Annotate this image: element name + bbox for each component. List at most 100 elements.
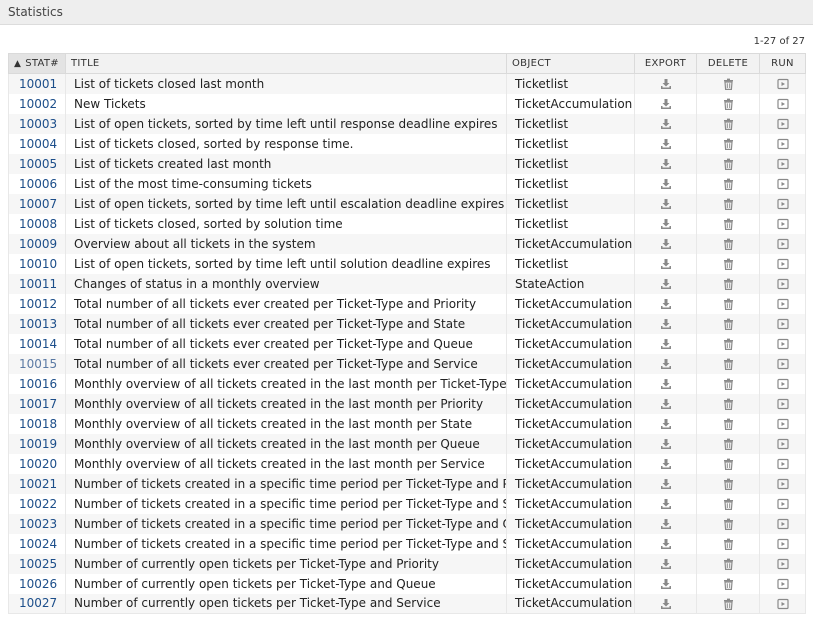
play-icon[interactable] [776,558,789,570]
stat-number-link[interactable]: 10005 [17,157,57,171]
download-icon[interactable] [660,98,672,110]
download-icon[interactable] [660,518,672,530]
stat-number-link[interactable]: 10021 [17,477,57,491]
play-icon[interactable] [776,418,789,430]
trash-icon[interactable] [723,358,734,370]
download-icon[interactable] [660,398,672,410]
stat-number-link[interactable]: 10009 [17,237,57,251]
play-icon[interactable] [776,358,789,370]
trash-icon[interactable] [723,578,734,590]
stat-number-link[interactable]: 10006 [17,177,57,191]
play-icon[interactable] [776,218,789,230]
stat-number-link[interactable]: 10023 [17,517,57,531]
download-icon[interactable] [660,298,672,310]
stat-number-link[interactable]: 10014 [17,337,57,351]
play-icon[interactable] [776,178,789,190]
trash-icon[interactable] [723,278,734,290]
play-icon[interactable] [776,258,789,270]
trash-icon[interactable] [723,218,734,230]
trash-icon[interactable] [723,478,734,490]
trash-icon[interactable] [723,518,734,530]
trash-icon[interactable] [723,158,734,170]
stat-number-link[interactable]: 10002 [17,97,57,111]
stat-number-link[interactable]: 10003 [17,117,57,131]
trash-icon[interactable] [723,78,734,91]
trash-icon[interactable] [723,258,734,270]
stat-number-link[interactable]: 10008 [17,217,57,231]
download-icon[interactable] [660,438,672,450]
play-icon[interactable] [776,138,789,150]
play-icon[interactable] [776,378,789,390]
play-icon[interactable] [776,78,789,90]
play-icon[interactable] [776,338,789,350]
download-icon[interactable] [660,458,672,470]
stat-number-link[interactable]: 10027 [17,596,57,610]
trash-icon[interactable] [723,438,734,450]
stat-number-link[interactable]: 10022 [17,497,57,511]
download-icon[interactable] [660,118,672,130]
stat-number-link[interactable]: 10010 [17,257,57,271]
download-icon[interactable] [660,578,672,590]
download-icon[interactable] [660,318,672,330]
play-icon[interactable] [776,198,789,210]
trash-icon[interactable] [723,238,734,250]
play-icon[interactable] [776,98,789,110]
trash-icon[interactable] [723,558,734,570]
stat-number-link[interactable]: 10015 [17,357,57,371]
play-icon[interactable] [776,538,789,550]
download-icon[interactable] [660,478,672,490]
stat-number-link[interactable]: 10007 [17,197,57,211]
download-icon[interactable] [660,198,672,210]
download-icon[interactable] [660,378,672,390]
stat-number-link[interactable]: 10016 [17,377,57,391]
stat-number-link[interactable]: 10025 [17,557,57,571]
play-icon[interactable] [776,478,789,490]
stat-number-link[interactable]: 10011 [17,277,57,291]
play-icon[interactable] [776,398,789,410]
download-icon[interactable] [660,558,672,570]
play-icon[interactable] [776,298,789,310]
download-icon[interactable] [660,258,672,270]
play-icon[interactable] [776,278,789,290]
play-icon[interactable] [776,158,789,170]
stat-number-link[interactable]: 10004 [17,137,57,151]
download-icon[interactable] [660,338,672,350]
play-icon[interactable] [776,598,789,610]
stat-number-link[interactable]: 10012 [17,297,57,311]
play-icon[interactable] [776,498,789,510]
stat-number-link[interactable]: 10020 [17,457,57,471]
column-header-stat[interactable]: ▲ STAT# [8,53,66,74]
stat-number-link[interactable]: 10017 [17,397,57,411]
play-icon[interactable] [776,118,789,130]
stat-number-link[interactable]: 10018 [17,417,57,431]
stat-number-link[interactable]: 10019 [17,437,57,451]
download-icon[interactable] [660,418,672,430]
stat-number-link[interactable]: 10013 [17,317,57,331]
stat-number-link[interactable]: 10001 [17,77,57,91]
play-icon[interactable] [776,318,789,330]
trash-icon[interactable] [723,318,734,330]
play-icon[interactable] [776,578,789,590]
download-icon[interactable] [660,178,672,190]
trash-icon[interactable] [723,98,734,110]
column-header-title[interactable]: TITLE [65,53,507,74]
play-icon[interactable] [776,438,789,450]
trash-icon[interactable] [723,338,734,350]
download-icon[interactable] [660,498,672,510]
trash-icon[interactable] [723,198,734,210]
download-icon[interactable] [660,158,672,170]
download-icon[interactable] [660,358,672,370]
trash-icon[interactable] [723,598,734,610]
trash-icon[interactable] [723,398,734,410]
stat-number-link[interactable]: 10024 [17,537,57,551]
trash-icon[interactable] [723,538,734,550]
play-icon[interactable] [776,458,789,470]
download-icon[interactable] [660,598,672,610]
trash-icon[interactable] [723,178,734,190]
download-icon[interactable] [660,238,672,250]
trash-icon[interactable] [723,138,734,150]
column-header-object[interactable]: OBJECT [506,53,635,74]
download-icon[interactable] [660,278,672,290]
stat-number-link[interactable]: 10026 [17,577,57,591]
trash-icon[interactable] [723,498,734,510]
